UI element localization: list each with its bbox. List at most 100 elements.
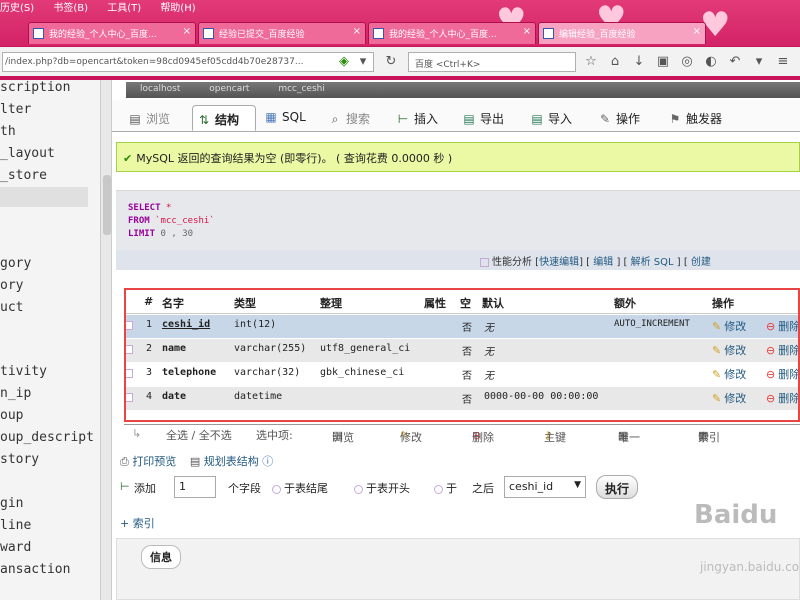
tab-import[interactable]: ▤ 导入 — [530, 105, 590, 131]
row-checkbox[interactable] — [124, 321, 133, 330]
col-header-attributes[interactable]: 属性 — [424, 295, 446, 311]
search-input[interactable]: 百度 <Ctrl+K> — [408, 52, 576, 72]
home-icon[interactable]: ⌂ — [608, 55, 622, 69]
tab-structure[interactable]: ⇅ 结构 — [192, 105, 256, 131]
tab-export[interactable]: ▤ 导出 — [462, 105, 522, 131]
col-header-null[interactable]: 空 — [460, 295, 471, 311]
radio-button[interactable] — [434, 484, 443, 494]
edit-link[interactable]: 编辑 — [593, 257, 613, 268]
nav-table-item[interactable]: _layout — [0, 146, 55, 161]
select-all-link[interactable]: 全选 / 全不选 — [166, 427, 232, 443]
menu-icon[interactable]: ≡ — [776, 55, 790, 69]
download-icon[interactable]: ↓ — [632, 55, 646, 69]
position-begin-option[interactable]: 于表开头 — [354, 480, 410, 496]
delete-action[interactable]: ⊖ 删除 — [766, 342, 800, 358]
reload-icon[interactable]: ↻ — [384, 55, 398, 69]
back-icon[interactable]: ↶ — [728, 55, 742, 69]
help-icon[interactable]: ⓘ — [262, 455, 273, 468]
scrollbar-thumb[interactable] — [103, 175, 111, 235]
position-end-option[interactable]: 于表结尾 — [272, 480, 328, 496]
delete-action[interactable]: ⊖ 删除 — [766, 366, 800, 382]
table-row[interactable]: 3 telephone varchar(32) gbk_chinese_ci 否… — [124, 363, 800, 386]
url-bar[interactable]: /index.php?db=opencart&token=98cd0945ef0… — [2, 52, 374, 72]
tab-browse[interactable]: ▤ 浏览 — [128, 105, 188, 131]
edit-action[interactable]: ✎ 修改 — [712, 366, 746, 382]
browser-tab[interactable]: 我的经验_个人中心_百度... × — [28, 22, 196, 44]
breadcrumb-database[interactable]: opencart — [209, 84, 249, 94]
nav-table-item[interactable]: gin — [0, 496, 23, 511]
edit-action[interactable]: ✎ 修改 — [712, 318, 746, 334]
addon-icon[interactable]: ◐ — [704, 55, 718, 69]
close-icon[interactable]: × — [523, 26, 531, 37]
info-label: 信息 — [141, 545, 181, 569]
create-php-link[interactable]: 创建 — [691, 257, 711, 268]
inline-edit-link[interactable]: 快速编辑 — [539, 257, 579, 268]
nav-scrollbar[interactable] — [100, 80, 111, 600]
menu-bookmarks[interactable]: 书签(B) — [53, 0, 88, 18]
col-header-collation[interactable]: 整理 — [320, 295, 342, 311]
browser-tab-active[interactable]: 编辑经验_百度经验 × — [538, 22, 706, 44]
nav-table-item[interactable]: uct — [0, 300, 23, 315]
nav-table-item[interactable]: ory — [0, 278, 23, 293]
cell-null: 否 — [462, 323, 472, 334]
dropdown-icon[interactable]: ▾ — [356, 55, 370, 69]
radio-button[interactable] — [354, 484, 363, 494]
menu-tools[interactable]: 工具(T) — [107, 0, 141, 18]
breadcrumb-table[interactable]: mcc_ceshi — [278, 84, 325, 94]
radio-button[interactable] — [272, 484, 281, 494]
nav-table-item[interactable]: tivity — [0, 364, 47, 379]
nav-table-item[interactable]: th — [0, 124, 16, 139]
row-checkbox[interactable] — [124, 345, 133, 354]
table-row[interactable]: 4 date datetime 否 0000-00-00 00:00:00 ✎ 修… — [124, 387, 800, 410]
nav-table-item[interactable]: ward — [0, 540, 31, 555]
nav-table-item[interactable]: _store — [0, 168, 47, 183]
nav-table-item[interactable]: gory — [0, 256, 31, 271]
row-checkbox[interactable] — [124, 393, 133, 402]
nav-table-item[interactable]: n_ip — [0, 386, 31, 401]
row-checkbox[interactable] — [124, 369, 133, 378]
print-view-link[interactable]: 打印预览 — [132, 455, 176, 468]
propose-structure-link[interactable]: 规划表结构 — [204, 455, 259, 468]
col-header-extra[interactable]: 额外 — [614, 295, 636, 311]
table-row[interactable]: 1 ceshi_id int(12) 否 无 AUTO_INCREMENT ✎ 修… — [124, 315, 800, 338]
chevron-down-icon[interactable]: ▾ — [752, 55, 766, 69]
tab-insert[interactable]: ⊢ 插入 — [396, 105, 456, 131]
close-icon[interactable]: × — [353, 26, 361, 37]
index-section-link[interactable]: + 索引 — [120, 515, 155, 531]
nav-table-item[interactable]: line — [0, 518, 31, 533]
tab-sql[interactable]: ▦ SQL — [264, 105, 320, 131]
nav-table-item[interactable]: scription — [0, 80, 70, 95]
breadcrumb-server[interactable]: localhost — [140, 84, 180, 94]
browser-tab[interactable]: 我的经验_个人中心_百度... × — [368, 22, 536, 44]
position-after-option[interactable]: 于 — [434, 480, 457, 496]
delete-action[interactable]: ⊖ 删除 — [766, 390, 800, 406]
col-header-default[interactable]: 默认 — [482, 295, 504, 311]
menu-history[interactable]: 历史(S) — [0, 0, 34, 18]
window-icon[interactable]: ▣ — [656, 55, 670, 69]
col-header-name[interactable]: 名字 — [162, 295, 184, 311]
nav-table-item[interactable]: oup_descript — [0, 430, 94, 445]
after-column-select[interactable]: ceshi_id ▼ — [504, 476, 586, 498]
col-header-type[interactable]: 类型 — [234, 295, 256, 311]
menu-help[interactable]: 帮助(H) — [160, 0, 195, 18]
tab-operations[interactable]: ✎ 操作 — [598, 105, 658, 131]
profile-checkbox[interactable] — [480, 257, 489, 267]
table-row[interactable]: 2 name varchar(255) utf8_general_ci 否 无 … — [124, 339, 800, 362]
close-icon[interactable]: × — [693, 26, 701, 37]
nav-table-item[interactable]: lter — [0, 102, 31, 117]
edit-action[interactable]: ✎ 修改 — [712, 390, 746, 406]
go-button[interactable]: 执行 — [596, 475, 639, 499]
column-count-input[interactable]: 1 — [174, 476, 216, 498]
tab-triggers[interactable]: ⚑ 触发器 — [668, 105, 740, 131]
browser-tab[interactable]: 经验已提交_百度经验 × — [198, 22, 366, 44]
tab-search[interactable]: ⌕ 搜索 — [328, 105, 388, 131]
nav-table-item[interactable]: ansaction — [0, 562, 70, 577]
edit-action[interactable]: ✎ 修改 — [712, 342, 746, 358]
nav-table-item[interactable]: oup — [0, 408, 23, 423]
sync-icon[interactable]: ◎ — [680, 55, 694, 69]
close-icon[interactable]: × — [183, 26, 191, 37]
star-icon[interactable]: ☆ — [584, 55, 598, 69]
nav-table-item[interactable]: story — [0, 452, 39, 467]
delete-action[interactable]: ⊖ 删除 — [766, 318, 800, 334]
explain-sql-link[interactable]: 解析 SQL — [631, 257, 674, 268]
